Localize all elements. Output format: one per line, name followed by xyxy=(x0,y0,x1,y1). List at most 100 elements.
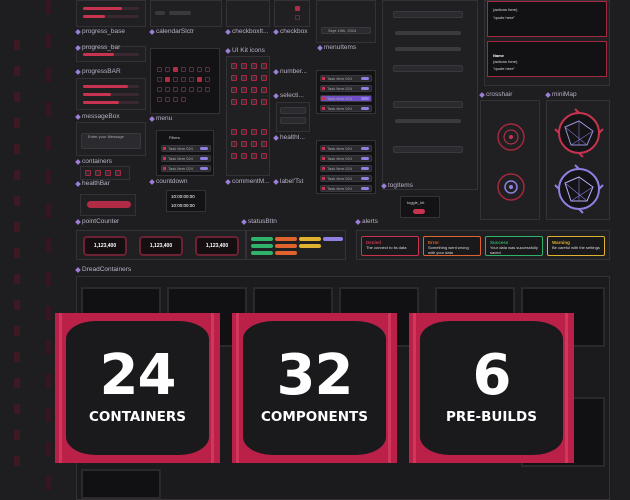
promo-card-containers: 24 CONTAINERS xyxy=(55,313,220,463)
checkbox-icon[interactable] xyxy=(295,15,300,20)
menu-item[interactable]: Task Item 024 xyxy=(320,75,372,82)
frame-message-box: Enter your Message xyxy=(76,122,146,156)
promo-number: 24 xyxy=(99,343,177,408)
label-message-box: messageBox xyxy=(75,113,120,120)
frame-counters: 1,123,400 1,123,400 1,123,400 xyxy=(76,230,246,260)
menu-item[interactable]: Task Item 024 xyxy=(161,165,211,172)
card-actions: (actions here) xyxy=(493,7,518,12)
text-input[interactable] xyxy=(393,146,463,153)
menu-filters: Filters xyxy=(169,135,180,140)
text-input[interactable] xyxy=(393,65,463,72)
menu-item[interactable]: Task Item 024 xyxy=(320,145,372,152)
frame-checkbox xyxy=(274,0,310,27)
left-ornament-strip xyxy=(14,40,20,480)
timer-display: 10:00:00:00 xyxy=(171,203,195,208)
progress-track xyxy=(83,15,139,18)
label-dread-containers: DreadContainers xyxy=(75,266,131,273)
label-alerts: alerts xyxy=(355,218,378,225)
left-ornament-strip-2 xyxy=(46,0,51,500)
minimap-icon xyxy=(554,108,604,158)
label-point-counter: pointCounter xyxy=(75,218,119,225)
crosshair-icon xyxy=(497,123,525,151)
frame-progress-base xyxy=(76,0,146,27)
label-status-btn: statusBttn xyxy=(241,218,277,225)
crosshair-icon xyxy=(497,173,525,201)
label-ui-kit-icons: UI Kit icons xyxy=(225,47,265,54)
promo-caption: PRE-BUILDS xyxy=(446,409,537,425)
alert-success[interactable]: Success Your data was successfully saved xyxy=(485,236,543,256)
menu-item[interactable]: Task Item 024 xyxy=(320,185,372,192)
score-counter: 1,123,400 xyxy=(195,236,239,256)
checkbox-icon[interactable] xyxy=(295,6,300,11)
card-quote: "quote here" xyxy=(493,15,515,20)
label-progress-base: progress_base xyxy=(75,28,125,35)
menu-item[interactable]: Task Item 024 xyxy=(320,155,372,162)
frame-calendar-grid xyxy=(150,48,220,114)
frame-menuitems-list-2: Task Item 024 Task Item 024 Task Item 02… xyxy=(316,140,376,194)
menu-item[interactable]: Task Item 024 xyxy=(320,165,372,172)
frame-crosshair xyxy=(480,100,540,220)
frame-health-bar xyxy=(80,166,130,180)
promo-number: 32 xyxy=(276,343,354,408)
label-calendar: calendarSlctr xyxy=(149,28,194,35)
frame-minimap xyxy=(546,100,610,220)
label-comment: commentM... xyxy=(225,178,270,185)
menu-item[interactable]: Task Item 024 xyxy=(320,175,372,182)
frame-inputs-column xyxy=(382,0,478,190)
label-label: label'Tst xyxy=(273,178,303,185)
label-containers: containers xyxy=(75,158,112,165)
progress-track xyxy=(83,7,139,10)
card-actions: (actions here) xyxy=(493,59,518,64)
promo-caption: COMPONENTS xyxy=(261,409,368,425)
menu-item[interactable]: Task Item 024 xyxy=(161,145,211,152)
label-health-bar: healthBar xyxy=(75,180,110,187)
frame-menu: Filters Task Item 024 Task Item 024 Task… xyxy=(156,130,214,176)
menu-item[interactable]: Task Item 024 xyxy=(320,85,372,92)
alert-error[interactable]: Error Something went wrong with your data xyxy=(423,236,481,256)
label-checkbox-items: checkboxIt... xyxy=(225,28,269,35)
frame-calendar-top xyxy=(150,0,222,27)
label-crosshair: crosshair xyxy=(479,91,512,98)
label-togitems: togItems xyxy=(381,182,413,189)
text-input[interactable] xyxy=(393,11,463,18)
label-progress-bar-alt: progressBAR xyxy=(75,68,121,75)
select-option[interactable] xyxy=(280,117,306,124)
frame-progress-list xyxy=(76,78,146,110)
label-checkbox: checkbox xyxy=(273,28,307,35)
message-input[interactable]: Enter your Message xyxy=(81,133,141,149)
frame-menuitems-top: Sept 19th, 2024 xyxy=(316,0,376,43)
menu-item[interactable]: Task Item 024 xyxy=(161,155,211,162)
alert-warning[interactable]: Warning Be careful with the settings xyxy=(547,236,605,256)
label-select: selecti... xyxy=(273,92,304,99)
menu-item[interactable]: Task Item 024 xyxy=(320,95,372,102)
promo-number: 6 xyxy=(472,343,512,408)
text-input[interactable] xyxy=(393,101,463,108)
frame-point-counter xyxy=(80,194,136,216)
card-quote: "quote here" xyxy=(493,66,515,71)
frame-alerts: Denied The connect to its data Error Somet… xyxy=(356,230,610,260)
promo-caption: CONTAINERS xyxy=(89,409,186,425)
minimap-icon xyxy=(554,164,604,214)
toggle-icon[interactable] xyxy=(413,209,425,214)
timer-display: 10:00:00:00 xyxy=(171,194,195,199)
score-counter: 1,123,400 xyxy=(83,236,127,256)
label-countdown: countdown xyxy=(149,178,187,185)
frame-toggle: toggle_bit xyxy=(400,196,440,218)
select-option[interactable] xyxy=(280,107,306,114)
frame-menuitems-list: Task Item 024 Task Item 024 Task Item 02… xyxy=(316,70,376,114)
frame-status-tags xyxy=(246,230,346,260)
date-field[interactable]: Sept 19th, 2024 xyxy=(321,27,371,34)
alert-denied[interactable]: Denied The connect to its data xyxy=(361,236,419,256)
frame-checkbox-items xyxy=(226,0,270,27)
label-healthkit: healthI... xyxy=(273,134,305,141)
label-minimap: miniMap xyxy=(545,91,577,98)
figma-canvas: progress_base calendarSlctr checkboxIt..… xyxy=(0,0,630,500)
point-dots xyxy=(87,201,131,208)
promo-card-components: 32 COMPONENTS xyxy=(232,313,397,463)
frame-countdown: 10:00:00:00 10:00:00:00 xyxy=(166,190,206,212)
frame-name-cards: (actions here) "quote here" Name (action… xyxy=(484,0,610,86)
frame-select xyxy=(276,102,310,132)
promo-card-prebuilds: 6 PRE-BUILDS xyxy=(409,313,574,463)
menu-item[interactable]: Task Item 024 xyxy=(320,105,372,112)
label-progress-bar: progress_bar xyxy=(75,44,120,51)
